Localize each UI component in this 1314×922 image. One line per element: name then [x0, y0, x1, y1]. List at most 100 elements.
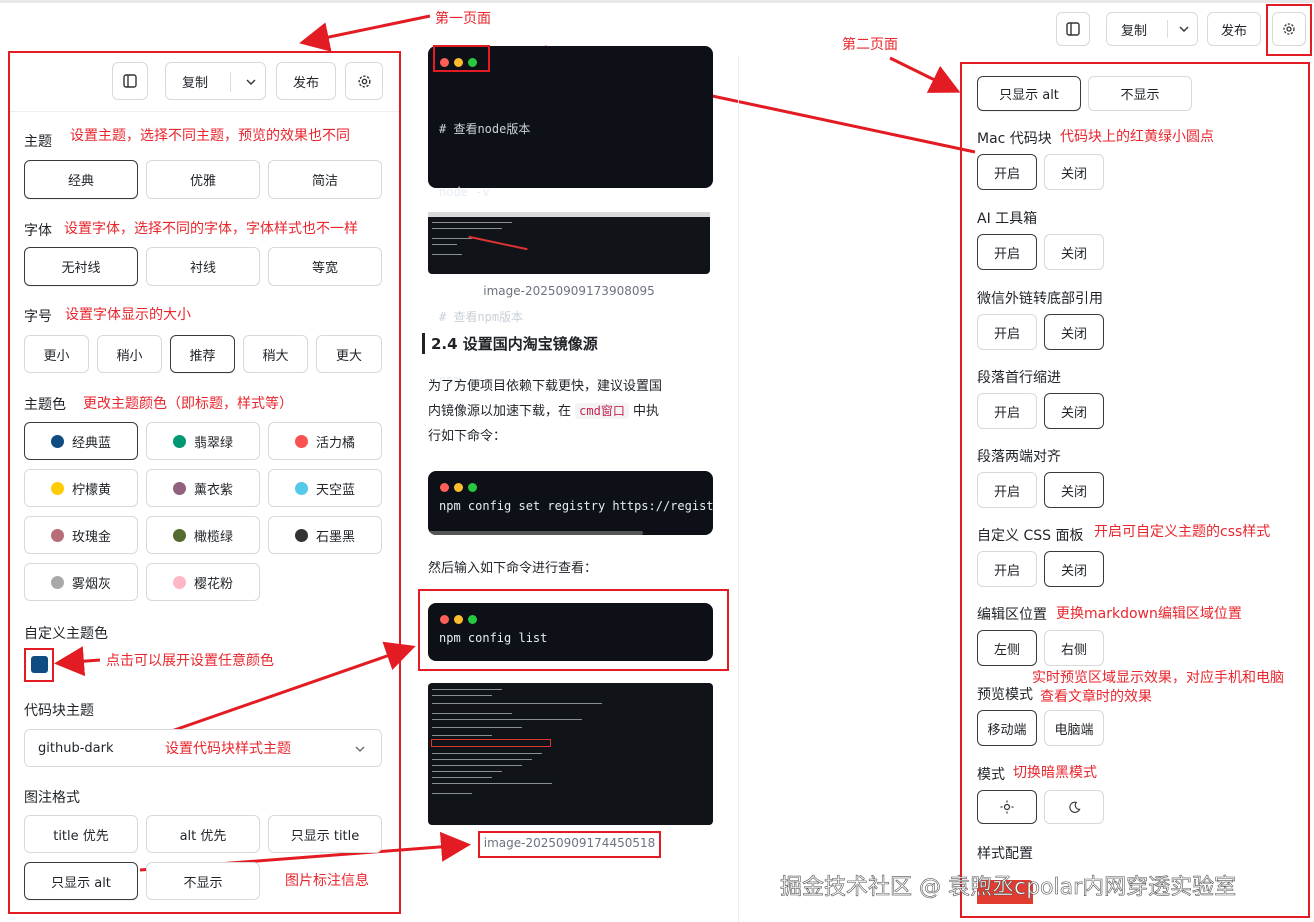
font-option-mono[interactable]: 等宽 [268, 247, 382, 286]
theme-color-option[interactable]: 雾烟灰 [24, 563, 138, 601]
code-comment: # 查看node版本 [439, 122, 531, 136]
wechat-link-reference-off-button[interactable]: 关闭 [1044, 314, 1104, 350]
size-option-larger[interactable]: 更大 [316, 335, 382, 373]
terminal-screenshot-2 [428, 683, 713, 825]
paragraph-justify-label: 段落两端对齐 [977, 449, 1061, 465]
color-dot [172, 481, 186, 495]
style-config-label: 样式配置 [977, 846, 1033, 862]
preview-divider [738, 56, 739, 922]
custom-css-panel-label: 自定义 CSS 面板 [977, 528, 1084, 544]
moon-icon [1068, 801, 1080, 813]
mac-code-block-off-button[interactable]: 关闭 [1044, 154, 1104, 190]
theme-label: 主题 [24, 134, 52, 150]
caption-option-title-first[interactable]: title 优先 [24, 815, 138, 853]
color-dot [294, 434, 308, 448]
terminal-screenshot-1 [428, 212, 710, 274]
size-option-smaller[interactable]: 更小 [24, 335, 89, 373]
chevron-down-icon [246, 79, 256, 85]
theme-option-elegant[interactable]: 优雅 [146, 160, 260, 199]
article-heading: 2.4 设置国内淘宝镜像源 [422, 333, 598, 354]
annotation-theme: 设置主题，选择不同主题，预览的效果也不同 [70, 128, 350, 144]
annotation-page2: 第二页面 [842, 37, 898, 53]
caption-option-title-only[interactable]: 只显示 title [268, 815, 382, 853]
editor-position-left-button[interactable]: 左侧 [977, 630, 1037, 666]
theme-color-option[interactable]: 柠檬黄 [24, 469, 138, 507]
image-caption-1: image-20250909173908095 [483, 284, 655, 298]
theme-option-classic[interactable]: 经典 [24, 160, 138, 199]
custom-css-panel-on-button[interactable]: 开启 [977, 551, 1037, 587]
publish-button-left[interactable]: 发布 [276, 62, 336, 100]
paragraph-indent-label: 段落首行缩进 [977, 370, 1061, 386]
sidebar-toggle-icon-left[interactable] [112, 62, 148, 100]
dark-mode-button[interactable] [1044, 790, 1104, 824]
theme-color-option[interactable]: 玫瑰金 [24, 516, 138, 554]
font-option-serif[interactable]: 衬线 [146, 247, 260, 286]
theme-color-option[interactable]: 薰衣紫 [146, 469, 260, 507]
preview-mode-label: 预览模式 [977, 687, 1033, 703]
caption-option-alt-only-right[interactable]: 只显示 alt [977, 76, 1081, 111]
image-caption-2: image-20250909174450518 [483, 836, 656, 850]
code-theme-label: 代码块主题 [24, 703, 94, 719]
caption-option-none[interactable]: 不显示 [146, 862, 260, 900]
chevron-down-icon [355, 746, 365, 752]
annotation-mac: 代码块上的红黄绿小圆点 [1060, 129, 1214, 145]
preview-mode-mobile-button[interactable]: 移动端 [977, 710, 1037, 746]
annotation-preview-2: 查看文章时的效果 [1040, 689, 1152, 705]
theme-color-option[interactable]: 橄榄绿 [146, 516, 260, 554]
annotation-editor-position: 更换markdown编辑区域位置 [1056, 606, 1242, 622]
preview-mode-desktop-button[interactable]: 电脑端 [1044, 710, 1104, 746]
size-option-small[interactable]: 稍小 [97, 335, 162, 373]
code-comment: # 查看npm版本 [439, 310, 524, 324]
gear-icon-left[interactable] [345, 62, 383, 100]
custom-color-label: 自定义主题色 [24, 626, 108, 642]
paragraph-justify-on-button[interactable]: 开启 [977, 472, 1037, 508]
font-option-sans[interactable]: 无衬线 [24, 247, 138, 286]
custom-color-swatch[interactable] [31, 656, 48, 673]
color-dot [172, 434, 186, 448]
theme-color-option[interactable]: 翡翠绿 [146, 422, 260, 460]
ai-toolbox-off-button[interactable]: 关闭 [1044, 234, 1104, 270]
font-label: 字体 [24, 223, 52, 239]
code-line: npm config list [439, 631, 548, 645]
ai-toolbox-on-button[interactable]: 开启 [977, 234, 1037, 270]
mac-code-block-on-button[interactable]: 开启 [977, 154, 1037, 190]
color-dot [50, 434, 64, 448]
mac-code-block-label: Mac 代码块 [977, 131, 1052, 147]
light-mode-button[interactable] [977, 790, 1037, 824]
left-divider [10, 111, 399, 112]
code-scrollbar[interactable] [428, 531, 643, 535]
ai-toolbox-label: AI 工具箱 [977, 211, 1038, 227]
annotation-code-theme: 设置代码块样式主题 [165, 741, 291, 757]
caption-option-alt-first[interactable]: alt 优先 [146, 815, 260, 853]
code-block-registry: npm config set registry https://registry… [428, 471, 713, 535]
inline-code: cmd窗口 [575, 403, 629, 419]
wechat-link-reference-on-button[interactable]: 开启 [977, 314, 1037, 350]
size-option-large[interactable]: 稍大 [243, 335, 308, 373]
article-paragraph-2: 然后输入如下命令进行查看： [428, 561, 598, 576]
wechat-link-reference-label: 微信外链转底部引用 [977, 291, 1103, 307]
annotation-custom-color: 点击可以展开设置任意颜色 [106, 653, 274, 669]
caption-option-none-right[interactable]: 不显示 [1088, 76, 1192, 111]
annotation-size: 设置字体显示的大小 [65, 307, 191, 323]
color-dot [50, 528, 64, 542]
color-dot [50, 481, 64, 495]
paragraph-indent-off-button[interactable]: 关闭 [1044, 393, 1104, 429]
theme-color-option[interactable]: 樱花粉 [146, 563, 260, 601]
color-dot [294, 481, 308, 495]
caption-option-alt-only[interactable]: 只显示 alt [24, 862, 138, 900]
theme-color-option[interactable]: 天空蓝 [268, 469, 382, 507]
theme-color-option[interactable]: 石墨黑 [268, 516, 382, 554]
theme-option-simple[interactable]: 简洁 [268, 160, 382, 199]
theme-color-option[interactable]: 经典蓝 [24, 422, 138, 460]
custom-css-panel-off-button[interactable]: 关闭 [1044, 551, 1104, 587]
paragraph-justify-off-button[interactable]: 关闭 [1044, 472, 1104, 508]
caption-format-label: 图注格式 [24, 790, 80, 806]
editor-position-right-button[interactable]: 右侧 [1044, 630, 1104, 666]
code-line: npm config set registry https://registry… [439, 499, 713, 513]
color-dot [50, 575, 64, 589]
color-dot [172, 575, 186, 589]
paragraph-indent-on-button[interactable]: 开启 [977, 393, 1037, 429]
copy-button-left[interactable]: 复制 [165, 62, 266, 100]
theme-color-option[interactable]: 活力橘 [268, 422, 382, 460]
size-option-recommended[interactable]: 推荐 [170, 335, 235, 373]
